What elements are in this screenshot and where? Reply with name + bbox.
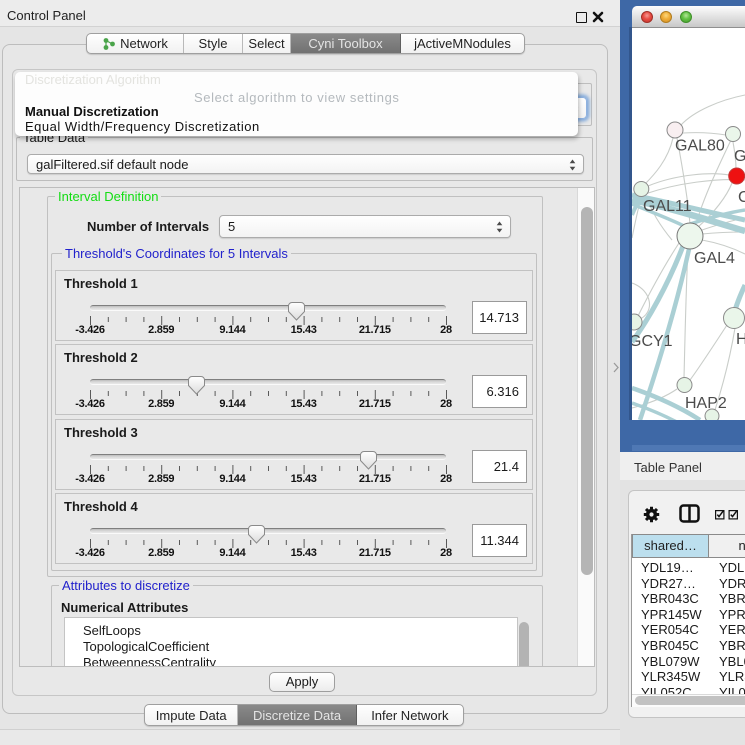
svg-text:HIS: HIS	[736, 331, 745, 348]
svg-text:GAL4: GAL4	[694, 250, 735, 267]
svg-text:HAP2: HAP2	[685, 395, 727, 412]
svg-text:GAL11: GAL11	[643, 198, 692, 215]
svg-text:GAL7: GAL7	[734, 148, 745, 165]
svg-text:GAL80: GAL80	[675, 138, 725, 155]
svg-text:CD: CD	[738, 189, 745, 206]
svg-text:GCY1: GCY1	[632, 333, 673, 350]
